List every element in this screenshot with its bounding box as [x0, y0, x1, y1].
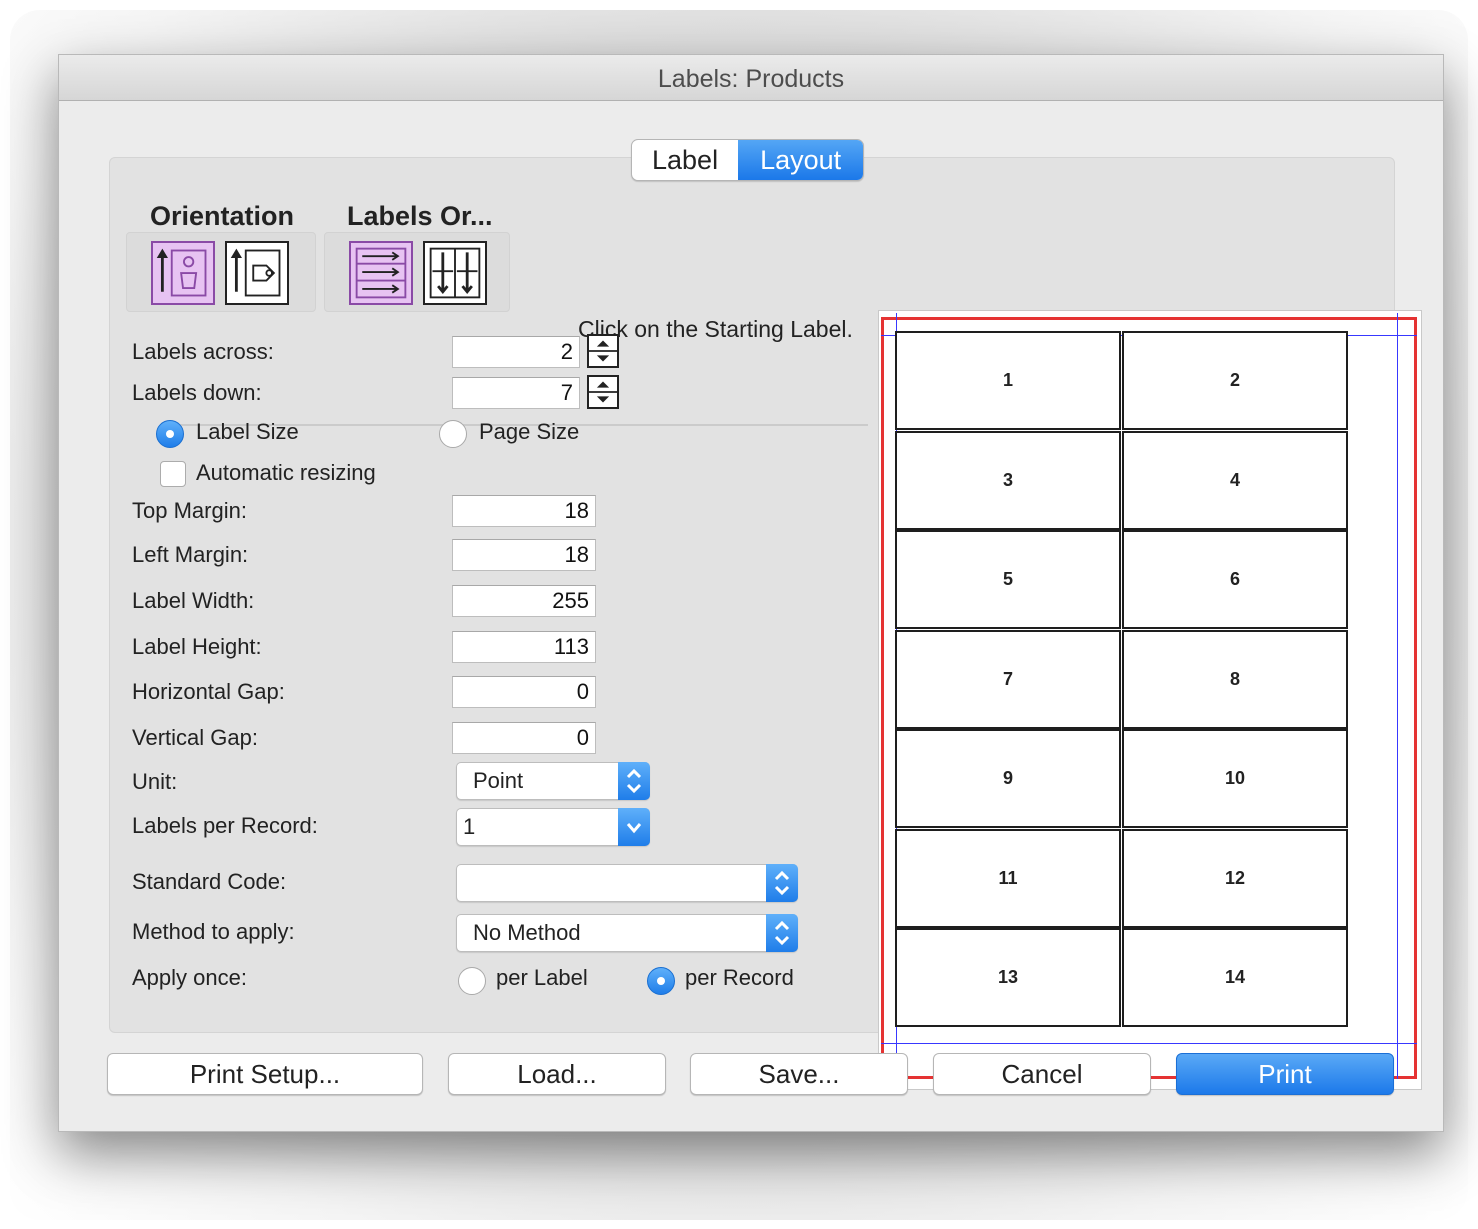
method-to-apply-select[interactable]: No Method [456, 914, 798, 952]
unit-select-value: Point [473, 768, 524, 793]
labels-per-record-value: 1 [463, 814, 476, 839]
method-to-apply-label: Method to apply: [132, 919, 295, 944]
preview-label-cell[interactable]: 8 [1122, 629, 1348, 729]
save-button[interactable]: Save... [690, 1053, 908, 1095]
preview-label-cell[interactable]: 3 [895, 430, 1121, 530]
standard-code-select[interactable] [456, 864, 798, 902]
tab-label[interactable]: Label [632, 140, 738, 180]
portrait-orientation-icon[interactable] [151, 241, 215, 305]
labels-order-group [324, 232, 510, 312]
print-setup-button[interactable]: Print Setup... [107, 1053, 423, 1095]
load-button[interactable]: Load... [448, 1053, 666, 1095]
automatic-resizing-label: Automatic resizing [196, 460, 376, 485]
preview-label-cell[interactable]: 9 [895, 729, 1121, 828]
vertical-gap-label: Vertical Gap: [132, 725, 258, 750]
automatic-resizing-checkbox[interactable] [160, 461, 186, 487]
preview-label-cell[interactable]: 12 [1122, 828, 1348, 928]
tab-bar: Label Layout [631, 139, 865, 181]
print-button[interactable]: Print [1176, 1053, 1394, 1095]
labels-down-input[interactable]: 7 [452, 377, 580, 409]
tab-layout[interactable]: Layout [738, 140, 864, 180]
preview-label-cell[interactable]: 5 [895, 530, 1121, 629]
vertical-gap-input[interactable]: 0 [452, 722, 596, 754]
updown-chevron-icon [618, 762, 650, 800]
preview-label-cell[interactable]: 10 [1122, 729, 1348, 828]
preview-label-cell[interactable]: 13 [895, 928, 1121, 1027]
preview-label-cell[interactable]: 11 [895, 828, 1121, 928]
cancel-button[interactable]: Cancel [933, 1053, 1151, 1095]
left-margin-input[interactable]: 18 [452, 539, 596, 571]
label-height-label: Label Height: [132, 634, 262, 659]
order-across-icon[interactable] [349, 241, 413, 305]
page-size-radio[interactable] [439, 420, 467, 448]
updown-chevron-icon [766, 914, 798, 952]
label-layout-preview: 1 2 3 4 5 6 7 8 9 10 11 12 13 14 [878, 310, 1422, 1090]
right-guide-line [1397, 313, 1398, 1079]
preview-label-cell[interactable]: 6 [1122, 530, 1348, 629]
top-margin-label: Top Margin: [132, 498, 247, 523]
order-down-icon[interactable] [423, 241, 487, 305]
layout-panel: Orientation Labels Or... Click on the St… [109, 157, 1422, 1090]
label-size-label: Label Size [196, 419, 299, 444]
page-size-label: Page Size [479, 419, 580, 444]
labels-order-heading: Labels Or... [347, 201, 493, 231]
preview-label-cell[interactable]: 14 [1122, 928, 1348, 1027]
label-width-label: Label Width: [132, 588, 255, 613]
left-margin-label: Left Margin: [132, 542, 249, 567]
preview-label-cell[interactable]: 4 [1122, 430, 1348, 530]
apply-once-label: Apply once: [132, 965, 247, 990]
labels-down-label: Labels down: [132, 380, 262, 405]
orientation-group [126, 232, 316, 312]
orientation-heading: Orientation [150, 201, 295, 231]
per-label-radio[interactable] [458, 967, 486, 995]
landscape-orientation-icon[interactable] [225, 241, 289, 305]
chevron-down-icon [618, 808, 650, 846]
top-margin-input[interactable]: 18 [452, 495, 596, 527]
standard-code-label: Standard Code: [132, 869, 287, 894]
labels-down-stepper[interactable] [587, 375, 619, 409]
bottom-guide-line [881, 1043, 1417, 1044]
label-size-radio[interactable] [156, 420, 184, 448]
label-height-input[interactable]: 113 [452, 631, 596, 663]
horizontal-gap-label: Horizontal Gap: [132, 679, 285, 704]
window-title: Labels: Products [59, 55, 1443, 101]
preview-label-cell[interactable]: 2 [1122, 331, 1348, 430]
method-value: No Method [473, 920, 581, 945]
per-label-label: per Label [496, 965, 588, 990]
labels-across-stepper[interactable] [587, 334, 619, 368]
labels-across-label: Labels across: [132, 339, 274, 364]
labels-across-input[interactable]: 2 [452, 336, 580, 368]
label-width-input[interactable]: 255 [452, 585, 596, 617]
unit-select[interactable]: Point [456, 762, 650, 800]
per-record-radio[interactable] [647, 967, 675, 995]
labels-per-record-label: Labels per Record: [132, 813, 318, 838]
preview-label-cell[interactable]: 1 [895, 331, 1121, 430]
preview-label-cell[interactable]: 7 [895, 629, 1121, 729]
labels-dialog: Labels: Products Orientation Labels Or..… [58, 54, 1444, 1132]
labels-per-record-combo[interactable]: 1 [456, 808, 650, 846]
horizontal-gap-input[interactable]: 0 [452, 676, 596, 708]
preview-hint: Click on the Starting Label. [578, 316, 853, 342]
updown-chevron-icon [766, 864, 798, 902]
per-record-label: per Record [685, 965, 794, 990]
unit-label: Unit: [132, 769, 178, 794]
